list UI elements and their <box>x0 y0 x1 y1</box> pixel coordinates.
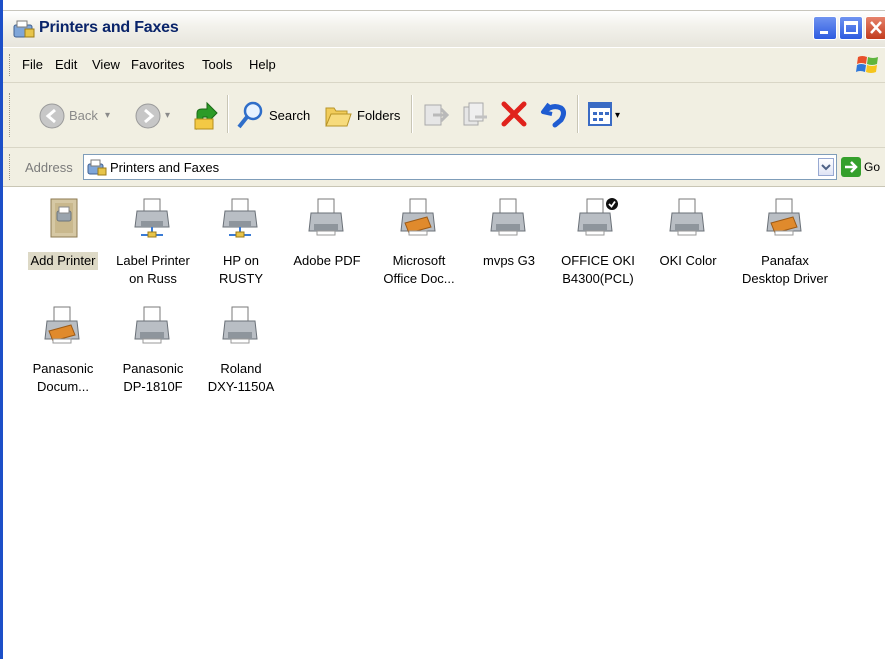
views-dropdown-icon[interactable]: ▾ <box>615 110 620 121</box>
address-dropdown-button[interactable] <box>818 158 834 176</box>
printers-folder-icon <box>13 20 35 38</box>
printer-item-panasonic-docum[interactable]: Panasonic Docum... <box>23 305 103 396</box>
printer-label: OKI Color <box>659 253 717 268</box>
address-value: Printers and Faxes <box>110 160 220 175</box>
search-button-label[interactable]: Search <box>269 108 310 123</box>
close-button[interactable] <box>865 16 885 40</box>
printer-label: Panafax Desktop Driver <box>742 253 828 286</box>
printer-item-oki-color[interactable]: OKI Color <box>648 197 728 270</box>
menu-bar: File Edit View Favorites Tools Help <box>3 48 885 83</box>
printer-item-adobe-pdf[interactable]: Adobe PDF <box>287 197 367 270</box>
windows-logo-icon <box>856 56 878 73</box>
address-bar: Address Printers and Faxes Go <box>3 148 885 187</box>
default-printer-icon <box>577 198 618 236</box>
printer-item-add-printer[interactable]: Add Printer <box>23 197 103 270</box>
forward-dropdown-icon[interactable]: ▾ <box>165 110 170 121</box>
menubar-grip[interactable] <box>9 54 12 76</box>
back-dropdown-icon[interactable]: ▾ <box>105 110 110 121</box>
printer-item-microsoft-office-doc[interactable]: Microsoft Office Doc... <box>379 197 459 288</box>
printer-label: OFFICE OKI B4300(PCL) <box>561 253 635 286</box>
minimize-icon <box>820 31 828 34</box>
menu-favorites[interactable]: Favorites <box>128 57 187 72</box>
printer-label: HP on RUSTY <box>218 253 264 286</box>
fax-printer-icon <box>400 198 436 236</box>
menu-help[interactable]: Help <box>246 57 279 72</box>
printer-item-panasonic-dp-1810f[interactable]: Panasonic DP-1810F <box>113 305 193 396</box>
printer-item-office-oki[interactable]: OFFICE OKI B4300(PCL) <box>558 197 638 288</box>
move-to-icon[interactable] <box>421 101 449 129</box>
go-arrow-icon[interactable] <box>841 157 861 177</box>
undo-icon[interactable] <box>539 98 569 130</box>
explorer-window: Printers and Faxes File Edit View Favori… <box>0 0 885 659</box>
address-input[interactable]: Printers and Faxes <box>83 154 837 180</box>
addressbar-grip[interactable] <box>9 154 12 180</box>
toolbar-separator <box>411 95 413 133</box>
toolbar-separator <box>227 95 229 133</box>
delete-icon[interactable] <box>499 99 529 129</box>
views-icon[interactable] <box>587 101 613 127</box>
network-printer-icon <box>134 198 170 238</box>
add-printer-icon <box>50 198 78 238</box>
up-folder-icon[interactable] <box>193 99 221 131</box>
address-label: Address <box>25 160 73 175</box>
fax-printer-icon <box>766 198 802 236</box>
printer-label: Microsoft Office Doc... <box>383 253 455 286</box>
printer-label: Panasonic Docum... <box>32 361 94 394</box>
menu-tools[interactable]: Tools <box>199 57 235 72</box>
maximize-icon <box>844 21 858 34</box>
printer-item-hp-on-rusty[interactable]: HP on RUSTY <box>201 197 281 288</box>
printer-label: Panasonic DP-1810F <box>122 361 184 394</box>
printer-icon <box>490 198 526 236</box>
copy-to-icon[interactable] <box>461 101 489 129</box>
printer-item-roland-dxy[interactable]: Roland DXY-1150A <box>201 305 281 396</box>
maximize-button[interactable] <box>839 16 863 40</box>
printer-item-label-printer[interactable]: Label Printer on Russ <box>113 197 193 288</box>
title-bar[interactable]: Printers and Faxes <box>3 10 885 47</box>
toolbar-separator <box>577 95 579 133</box>
printer-label: Label Printer on Russ <box>116 253 190 286</box>
printer-label: mvps G3 <box>482 253 535 268</box>
printer-label: Add Printer <box>28 252 98 270</box>
menu-view[interactable]: View <box>89 57 123 72</box>
network-printer-icon <box>222 198 258 238</box>
printer-item-mvps-g3[interactable]: mvps G3 <box>469 197 549 270</box>
printer-icon <box>308 198 344 236</box>
printer-item-panafax[interactable]: Panafax Desktop Driver <box>735 197 835 288</box>
folders-button-label[interactable]: Folders <box>357 108 400 123</box>
back-label[interactable]: Back <box>69 108 98 123</box>
window-title: Printers and Faxes <box>39 19 179 36</box>
go-button-label[interactable]: Go <box>864 160 880 174</box>
fax-printer-icon <box>44 306 80 344</box>
back-arrow-icon[interactable] <box>39 103 65 129</box>
printers-folder-icon <box>87 159 107 176</box>
chevron-down-icon <box>821 164 831 171</box>
printer-icon <box>669 198 705 236</box>
printer-label: Roland DXY-1150A <box>207 361 275 394</box>
standard-toolbar: Back ▾ ▾ Search Folders ▾ <box>3 83 885 148</box>
folders-icon[interactable] <box>323 100 353 130</box>
printer-icon <box>222 306 258 344</box>
printer-label: Adobe PDF <box>293 253 361 268</box>
minimize-button[interactable] <box>813 16 837 40</box>
toolbar-grip[interactable] <box>9 93 12 137</box>
printer-icon <box>134 306 170 344</box>
forward-arrow-icon[interactable] <box>135 103 161 129</box>
search-icon[interactable] <box>235 99 265 131</box>
printers-list: Add Printer Label Printer on Russ HP on … <box>3 187 885 659</box>
menu-edit[interactable]: Edit <box>52 57 80 72</box>
close-icon <box>870 21 882 34</box>
menu-file[interactable]: File <box>19 57 46 72</box>
